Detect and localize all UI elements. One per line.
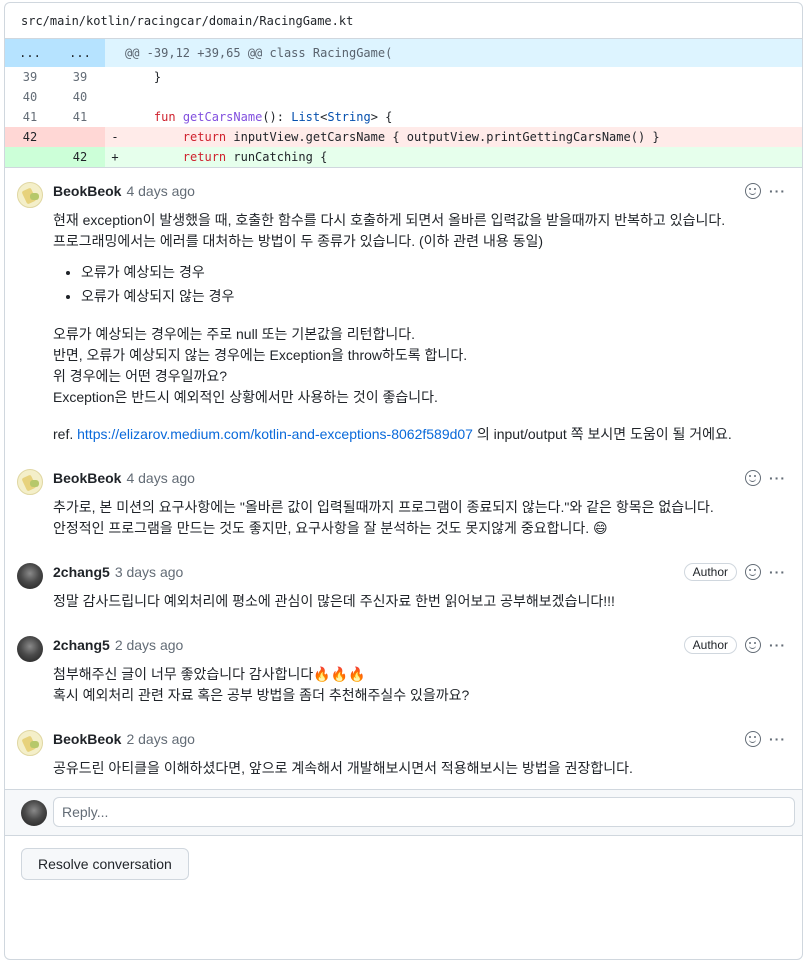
comment-author[interactable]: 2chang5: [53, 637, 110, 653]
author-badge: Author: [683, 636, 737, 654]
diff-line: 41 41 fun getCarsName(): List<String> {: [5, 107, 802, 127]
comment: 2chang5 2 days ago Author ··· 첨부해주신 글이 너…: [5, 622, 802, 716]
comment-body: 현재 exception이 발생했을 때, 호출한 함수를 다시 호출하게 되면…: [53, 210, 786, 445]
smiley-icon[interactable]: [745, 637, 761, 653]
resolve-area: Resolve conversation: [5, 835, 802, 897]
new-line-number[interactable]: 39: [55, 67, 105, 87]
kebab-horizontal-icon[interactable]: ···: [769, 731, 786, 747]
diff-line: 40 40: [5, 87, 802, 107]
diff-hunk-header: ... ... @@ -39,12 +39,65 @@ class Racing…: [5, 39, 802, 67]
new-line-number[interactable]: [55, 127, 105, 147]
smiley-icon[interactable]: [745, 183, 761, 199]
comment-author[interactable]: BeokBeok: [53, 731, 121, 747]
avatar[interactable]: [21, 800, 47, 826]
avatar[interactable]: [17, 636, 43, 662]
comment: 2chang5 3 days ago Author ··· 정말 감사드립니다 …: [5, 549, 802, 622]
author-badge: Author: [683, 563, 737, 581]
smiley-icon[interactable]: [745, 564, 761, 580]
comment-timestamp[interactable]: 4 days ago: [126, 183, 195, 199]
kebab-horizontal-icon[interactable]: ···: [769, 564, 786, 580]
comment-thread: BeokBeok 4 days ago ··· 현재 exception이 발생…: [5, 167, 802, 789]
code-line: return inputView.getCarsName { outputVie…: [182, 130, 660, 144]
code-line: fun getCarsName(): List<String> {: [153, 110, 393, 124]
comment-author[interactable]: 2chang5: [53, 564, 110, 580]
smiley-icon[interactable]: [745, 731, 761, 747]
hunk-text: @@ -39,12 +39,65 @@ class RacingGame(: [125, 46, 393, 60]
comment-timestamp[interactable]: 2 days ago: [126, 731, 195, 747]
diff-line: 39 39 }: [5, 67, 802, 87]
comment-body: 공유드린 아티클을 이해하셨다면, 앞으로 계속해서 개발해보시면서 적용해보시…: [53, 760, 633, 776]
reference-link[interactable]: https://elizarov.medium.com/kotlin-and-e…: [77, 426, 473, 442]
diff-line-added: 42 + return runCatching {: [5, 147, 802, 167]
old-line-number[interactable]: 42: [5, 127, 55, 147]
expand-left-button[interactable]: ...: [5, 39, 55, 67]
list-item: 오류가 예상되지 않는 경우: [81, 284, 786, 308]
comment: BeokBeok 2 days ago ··· 공유드린 아티클을 이해하셨다면…: [5, 716, 802, 789]
avatar[interactable]: [17, 182, 43, 208]
comment: BeokBeok 4 days ago ··· 현재 exception이 발생…: [5, 168, 802, 455]
comment-body: 첨부해주신 글이 너무 좋았습니다 감사합니다🔥🔥🔥 혹시 예외처리 관련 자료…: [53, 666, 470, 703]
comment-author[interactable]: BeokBeok: [53, 470, 121, 486]
old-line-number[interactable]: 40: [5, 87, 55, 107]
new-line-number[interactable]: 42: [55, 147, 105, 167]
kebab-horizontal-icon[interactable]: ···: [769, 470, 786, 486]
avatar[interactable]: [17, 730, 43, 756]
comment-timestamp[interactable]: 3 days ago: [115, 564, 184, 580]
list-item: 오류가 예상되는 경우: [81, 260, 786, 284]
new-line-number[interactable]: 40: [55, 87, 105, 107]
old-line-number[interactable]: 39: [5, 67, 55, 87]
comment-author[interactable]: BeokBeok: [53, 183, 121, 199]
smiley-icon[interactable]: [745, 470, 761, 486]
comment-timestamp[interactable]: 2 days ago: [115, 637, 184, 653]
comment-body: 추가로, 본 미션의 요구사항에는 "올바른 값이 입력될때까지 프로그램이 종…: [53, 499, 714, 536]
new-line-number[interactable]: 41: [55, 107, 105, 127]
expand-right-button[interactable]: ...: [55, 39, 105, 67]
code-line: }: [125, 70, 162, 84]
reply-input[interactable]: Reply...: [53, 797, 795, 827]
comment-timestamp[interactable]: 4 days ago: [126, 470, 195, 486]
old-line-number[interactable]: 41: [5, 107, 55, 127]
resolve-conversation-button[interactable]: Resolve conversation: [21, 848, 189, 880]
diff-view: ... ... @@ -39,12 +39,65 @@ class Racing…: [5, 39, 802, 167]
kebab-horizontal-icon[interactable]: ···: [769, 183, 786, 199]
comment-body: 정말 감사드립니다 예외처리에 평소에 관심이 많은데 주신자료 한번 읽어보고…: [53, 593, 615, 609]
avatar[interactable]: [17, 563, 43, 589]
bullet-list: 오류가 예상되는 경우 오류가 예상되지 않는 경우: [81, 260, 786, 308]
code-line: return runCatching {: [182, 150, 328, 164]
comment: BeokBeok 4 days ago ··· 추가로, 본 미션의 요구사항에…: [5, 455, 802, 549]
avatar[interactable]: [17, 469, 43, 495]
kebab-horizontal-icon[interactable]: ···: [769, 637, 786, 653]
diff-line-deleted: 42 - return inputView.getCarsName { outp…: [5, 127, 802, 147]
review-thread-panel: src/main/kotlin/racingcar/domain/RacingG…: [4, 2, 803, 960]
reply-bar: Reply...: [5, 789, 802, 835]
file-path[interactable]: src/main/kotlin/racingcar/domain/RacingG…: [5, 3, 802, 39]
old-line-number[interactable]: [5, 147, 55, 167]
